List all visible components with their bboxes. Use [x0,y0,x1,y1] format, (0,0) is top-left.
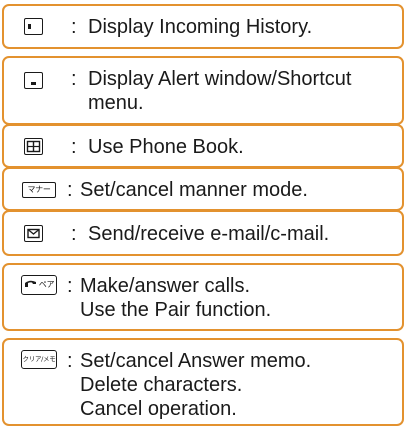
row-call-pair: ペア : Make/answer calls. Use the Pair fun… [2,263,404,331]
row-text-line: Send/receive e-mail/c-mail. [88,223,330,245]
row-text: Display Incoming History. [88,15,312,39]
call-pair-key-icon: ペア [21,275,57,295]
row-answer-memo: クリア/メモ : Set/cancel Answer memo. Delete … [2,338,404,426]
call-pair-key-label: ペア [38,280,55,289]
row-text: Display Alert window/Shortcut menu. [88,67,351,115]
clear-memo-key-icon: クリア/メモ [21,350,57,369]
row-incoming-history: : Display Incoming History. [2,4,404,49]
left-key-icon [24,18,43,35]
colon: : [67,179,73,201]
row-manner-mode: マナー : Set/cancel manner mode. [2,167,404,211]
row-text-line: Delete characters. [80,374,243,396]
row-text-line: Use Phone Book. [88,136,244,158]
colon: : [67,275,73,297]
row-mail: : Send/receive e-mail/c-mail. [2,210,404,256]
row-text-line: menu. [88,92,144,114]
row-text-line: Set/cancel Answer memo. [80,350,312,372]
manner-key-label: マナー [27,185,51,194]
colon: : [71,68,77,90]
row-text: Set/cancel manner mode. [80,178,308,202]
down-key-icon [24,72,43,89]
clear-memo-key-label: クリア/メモ [22,355,56,364]
mail-key-icon [24,225,43,242]
manner-key-icon: マナー [22,182,56,198]
colon: : [71,136,77,158]
row-text-line: Use the Pair function. [80,299,272,321]
row-phone-book: : Use Phone Book. [2,124,404,168]
row-text-line: Display Incoming History. [88,16,313,38]
colon: : [71,16,77,38]
row-text-line: Cancel operation. [80,398,237,420]
row-alert-shortcut: : Display Alert window/Shortcut menu. [2,56,404,125]
colon: : [67,350,73,372]
row-text-line: Set/cancel manner mode. [80,179,308,201]
phone-book-icon [24,138,43,155]
row-text: Use Phone Book. [88,135,244,159]
row-text: Set/cancel Answer memo. Delete character… [80,349,311,421]
row-text-line: Display Alert window/Shortcut [88,68,352,90]
colon: : [71,223,77,245]
row-text: Make/answer calls. Use the Pair function… [80,274,271,322]
row-text: Send/receive e-mail/c-mail. [88,222,329,246]
row-text-line: Make/answer calls. [80,275,251,297]
